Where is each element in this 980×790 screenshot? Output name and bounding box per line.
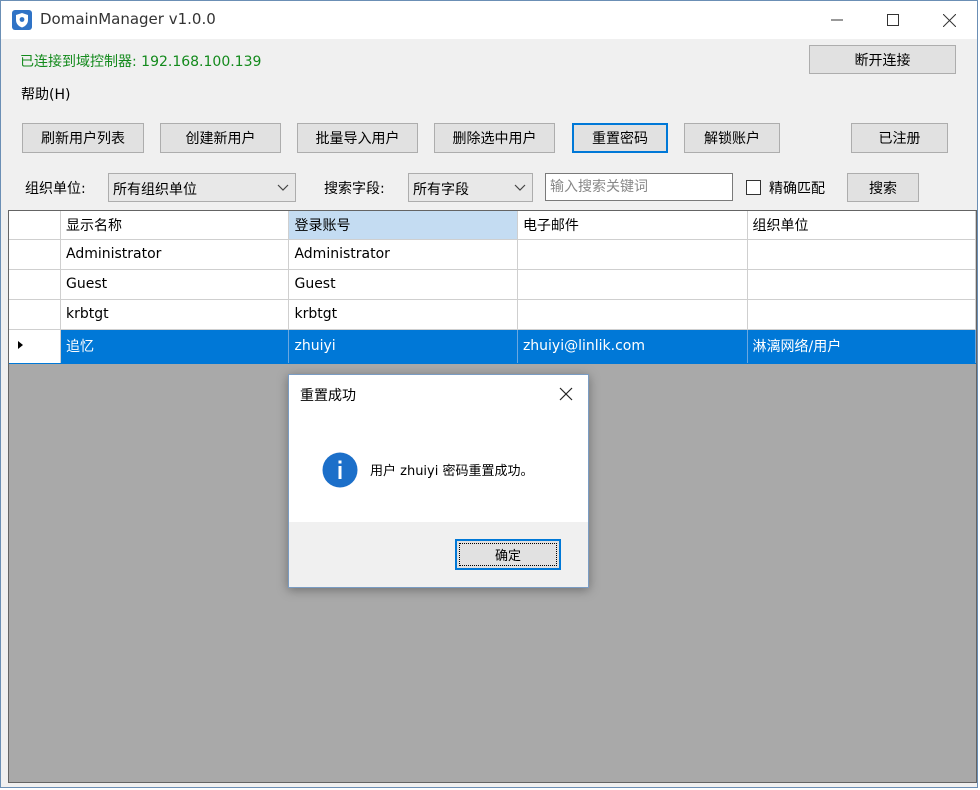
maximize-button[interactable]	[865, 1, 921, 39]
search-field-select-value: 所有字段	[413, 182, 469, 198]
cell-ou[interactable]	[747, 299, 976, 330]
row-header[interactable]	[9, 299, 61, 330]
reset-password-button[interactable]: 重置密码	[572, 123, 668, 153]
close-button[interactable]	[921, 1, 977, 39]
dialog-close-button[interactable]	[556, 384, 576, 404]
ok-button[interactable]: 确定	[455, 539, 561, 570]
row-header-corner	[9, 211, 61, 240]
search-field-label: 搜索字段:	[324, 181, 385, 197]
ou-label: 组织单位:	[25, 181, 86, 197]
main-window: DomainManager v1.0.0 已连接到域控制器: 192.168.1…	[0, 0, 978, 788]
ou-select[interactable]: 所有组织单位	[108, 173, 296, 202]
unlock-account-button[interactable]: 解锁账户	[684, 123, 780, 153]
title-bar[interactable]: DomainManager v1.0.0	[1, 1, 977, 39]
dialog-message: 用户 zhuiyi 密码重置成功。	[370, 464, 534, 479]
shield-icon	[12, 10, 32, 30]
disconnect-button[interactable]: 断开连接	[809, 45, 956, 74]
exact-match-label: 精确匹配	[769, 181, 825, 197]
focus-rectangle	[459, 543, 557, 566]
cell-display-name[interactable]: Administrator	[60, 239, 290, 270]
close-icon	[942, 13, 956, 27]
column-header-login[interactable]: 登录账号	[288, 211, 518, 240]
cell-login[interactable]: krbtgt	[288, 299, 518, 330]
row-pointer-icon	[18, 340, 23, 349]
user-table: 显示名称 登录账号 电子邮件 组织单位 Administrator Admini…	[9, 211, 976, 364]
ou-select-value: 所有组织单位	[113, 182, 197, 198]
cell-ou[interactable]	[747, 269, 976, 300]
cell-email[interactable]	[517, 269, 748, 300]
cell-email[interactable]: zhuiyi@linlik.com	[517, 329, 748, 364]
delete-user-button[interactable]: 删除选中用户	[434, 123, 555, 153]
cell-display-name[interactable]: Guest	[60, 269, 290, 300]
column-header-display-name[interactable]: 显示名称	[60, 211, 290, 240]
table-row[interactable]: krbtgt krbtgt	[9, 299, 976, 330]
dialog-footer: 确定	[289, 522, 588, 587]
chevron-down-icon	[277, 184, 289, 191]
registered-button[interactable]: 已注册	[851, 123, 948, 153]
exact-match-checkbox[interactable]	[746, 180, 761, 195]
table-row-selected[interactable]: 追忆 zhuiyi zhuiyi@linlik.com 淋漓网络/用户	[9, 329, 976, 364]
row-header[interactable]	[9, 269, 61, 300]
cell-display-name[interactable]: 追忆	[60, 329, 290, 364]
window-title: DomainManager v1.0.0	[40, 10, 216, 28]
table-header-row: 显示名称 登录账号 电子邮件 组织单位	[9, 211, 976, 240]
minimize-button[interactable]	[809, 1, 865, 39]
row-header[interactable]	[9, 329, 61, 364]
cell-login[interactable]: Guest	[288, 269, 518, 300]
column-header-email[interactable]: 电子邮件	[517, 211, 748, 240]
search-input[interactable]	[545, 173, 733, 201]
table-row[interactable]: Guest Guest	[9, 269, 976, 300]
connection-status: 已连接到域控制器: 192.168.100.139	[20, 54, 262, 70]
cell-email[interactable]	[517, 239, 748, 270]
row-header[interactable]	[9, 239, 61, 270]
menu-bar: 帮助(H)	[1, 81, 977, 105]
minimize-icon	[831, 19, 843, 21]
column-header-ou[interactable]: 组织单位	[747, 211, 976, 240]
cell-display-name[interactable]: krbtgt	[60, 299, 290, 330]
search-field-select[interactable]: 所有字段	[408, 173, 533, 202]
cell-ou[interactable]: 淋漓网络/用户	[747, 329, 976, 364]
info-icon	[322, 452, 358, 488]
chevron-down-icon	[514, 184, 526, 191]
create-user-button[interactable]: 创建新用户	[160, 123, 281, 153]
search-button[interactable]: 搜索	[847, 173, 919, 202]
cell-ou[interactable]	[747, 239, 976, 270]
dialog-title: 重置成功	[300, 388, 356, 404]
cell-login[interactable]: zhuiyi	[288, 329, 518, 364]
maximize-icon	[887, 14, 899, 26]
cell-login[interactable]: Administrator	[288, 239, 518, 270]
table-row[interactable]: Administrator Administrator	[9, 239, 976, 270]
cell-email[interactable]	[517, 299, 748, 330]
refresh-user-list-button[interactable]: 刷新用户列表	[22, 123, 144, 153]
close-icon	[559, 387, 573, 401]
reset-success-dialog: 重置成功 用户 zhuiyi 密码重置成功。 确定	[288, 374, 589, 588]
menu-help[interactable]: 帮助(H)	[21, 84, 70, 104]
batch-import-button[interactable]: 批量导入用户	[297, 123, 418, 153]
